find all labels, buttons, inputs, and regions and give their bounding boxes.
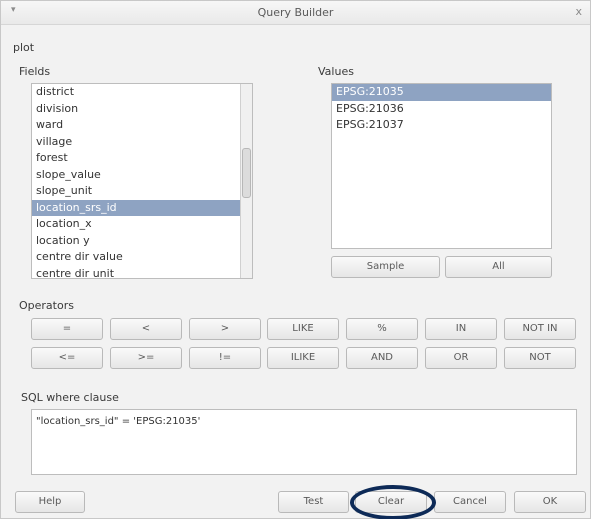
cancel-button[interactable]: Cancel bbox=[434, 491, 506, 513]
field-item[interactable]: slope_unit bbox=[32, 183, 252, 200]
sample-button[interactable]: Sample bbox=[331, 256, 440, 278]
field-item[interactable]: village bbox=[32, 134, 252, 151]
value-item[interactable]: EPSG:21037 bbox=[332, 117, 551, 134]
values-list[interactable]: EPSG:21035 EPSG:21036 EPSG:21037 bbox=[331, 83, 552, 249]
field-item[interactable]: slope_value bbox=[32, 167, 252, 184]
values-label: Values bbox=[318, 65, 354, 78]
operator-button[interactable]: >= bbox=[110, 347, 182, 369]
query-builder-dialog: ▾ Query Builder x plot Fields district di… bbox=[0, 0, 591, 519]
operator-button[interactable]: <= bbox=[31, 347, 103, 369]
test-button[interactable]: Test bbox=[278, 491, 349, 513]
operator-button[interactable]: ILIKE bbox=[267, 347, 339, 369]
fields-list[interactable]: district division ward village forest slope_v… bbox=[31, 83, 253, 279]
field-item[interactable]: forest bbox=[32, 150, 252, 167]
operator-button[interactable]: AND bbox=[346, 347, 418, 369]
operator-button[interactable]: > bbox=[189, 318, 261, 340]
operator-button[interactable]: != bbox=[189, 347, 261, 369]
value-item[interactable]: EPSG:21035 bbox=[332, 84, 551, 101]
close-icon[interactable]: x bbox=[575, 5, 582, 18]
field-item[interactable]: division bbox=[32, 101, 252, 118]
operator-button[interactable]: % bbox=[346, 318, 418, 340]
sql-where-label: SQL where clause bbox=[21, 391, 119, 404]
operator-button[interactable]: NOT bbox=[504, 347, 576, 369]
field-item[interactable]: ward bbox=[32, 117, 252, 134]
title-bar: ▾ Query Builder x bbox=[1, 1, 590, 25]
operator-button[interactable]: = bbox=[31, 318, 103, 340]
fields-scrollbar[interactable] bbox=[240, 84, 252, 278]
field-item[interactable]: location_x bbox=[32, 216, 252, 233]
sql-where-text: "location_srs_id" = 'EPSG:21035' bbox=[36, 416, 201, 427]
field-item[interactable]: centre dir value bbox=[32, 249, 252, 266]
operator-button[interactable]: < bbox=[110, 318, 182, 340]
field-item[interactable]: location y bbox=[32, 233, 252, 250]
help-button[interactable]: Help bbox=[15, 491, 85, 513]
clear-button[interactable]: Clear bbox=[355, 491, 427, 513]
operator-button[interactable]: OR bbox=[425, 347, 497, 369]
fields-scroll-thumb[interactable] bbox=[242, 148, 251, 198]
fields-label: Fields bbox=[19, 65, 51, 78]
sql-where-textarea[interactable]: "location_srs_id" = 'EPSG:21035' bbox=[31, 409, 577, 475]
field-item[interactable]: district bbox=[32, 84, 252, 101]
field-item[interactable]: centre dir unit bbox=[32, 266, 252, 279]
operators-label: Operators bbox=[19, 299, 74, 312]
layer-name-label: plot bbox=[13, 41, 35, 54]
field-item[interactable]: location_srs_id bbox=[32, 199, 252, 216]
window-title: Query Builder bbox=[257, 6, 334, 19]
ok-button[interactable]: OK bbox=[514, 491, 586, 513]
all-button[interactable]: All bbox=[445, 256, 552, 278]
operator-button[interactable]: LIKE bbox=[267, 318, 339, 340]
operator-button[interactable]: IN bbox=[425, 318, 497, 340]
value-item[interactable]: EPSG:21036 bbox=[332, 101, 551, 118]
operator-button[interactable]: NOT IN bbox=[504, 318, 576, 340]
